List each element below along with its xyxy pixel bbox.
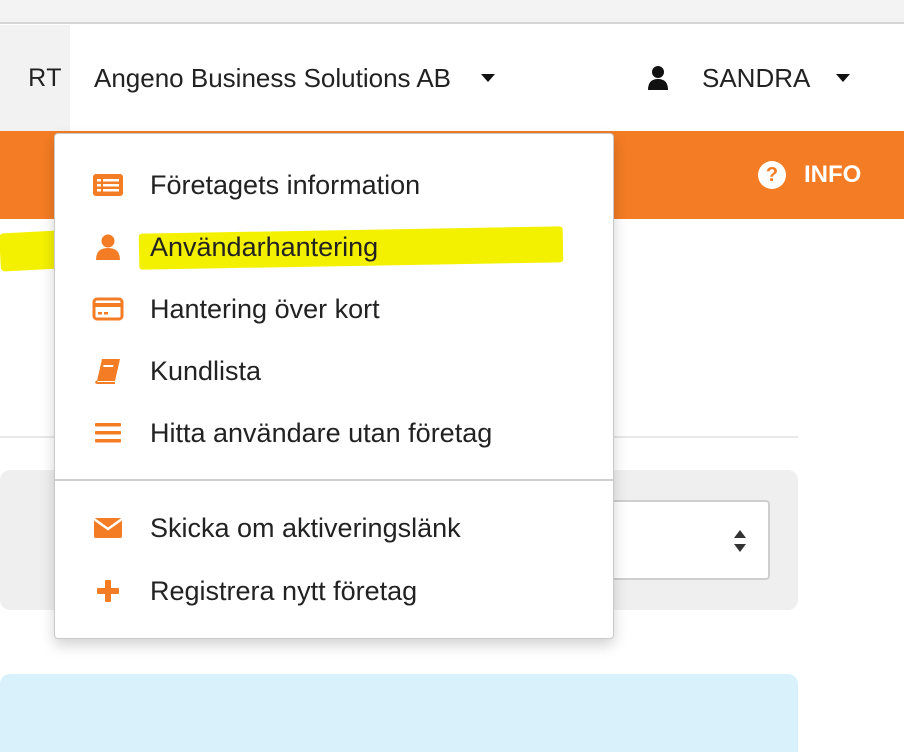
menu-item-label: Skicka om aktiveringslänk — [150, 512, 461, 543]
nav-item-truncated[interactable]: RT — [0, 25, 70, 131]
user-name-label: SANDRA — [702, 62, 811, 93]
company-dropdown-menu: Företagets information Användarhantering… — [54, 133, 614, 639]
list-card-icon — [91, 171, 125, 199]
bars-icon — [91, 419, 125, 447]
menu-item-customer-list[interactable]: Kundlista — [55, 340, 613, 402]
menu-item-label: Registrera nytt företag — [150, 575, 418, 606]
user-icon — [648, 66, 668, 90]
envelope-icon — [91, 514, 125, 542]
chevron-down-icon — [481, 74, 496, 82]
info-label: INFO — [804, 161, 862, 188]
menu-item-label: Företagets information — [150, 169, 421, 200]
book-icon — [91, 357, 125, 385]
company-label: Angeno Business Solutions AB — [94, 62, 452, 93]
top-strip — [0, 0, 904, 24]
credit-card-icon — [91, 295, 125, 323]
menu-item-resend-activation-link[interactable]: Skicka om aktiveringslänk — [55, 497, 613, 559]
highlight-marker — [0, 230, 61, 272]
menu-item-card-management[interactable]: Hantering över kort — [55, 278, 613, 340]
top-navbar: RT Angeno Business Solutions AB SANDRA — [0, 25, 904, 131]
question-circle-icon: ? — [758, 161, 786, 189]
menu-divider — [55, 479, 613, 481]
user-dropdown-toggle[interactable]: SANDRA — [648, 25, 851, 131]
chevron-down-icon — [836, 74, 851, 82]
menu-item-company-info[interactable]: Företagets information — [55, 154, 613, 216]
menu-item-label: Kundlista — [150, 355, 262, 386]
plus-icon — [91, 577, 125, 605]
menu-item-user-management[interactable]: Användarhantering — [55, 216, 613, 278]
filter-select[interactable] — [598, 500, 770, 580]
menu-item-register-new-company[interactable]: Registrera nytt företag — [55, 560, 613, 622]
company-dropdown-toggle[interactable]: Angeno Business Solutions AB — [94, 25, 496, 131]
info-link[interactable]: ? INFO — [758, 131, 861, 219]
nav-item-truncated-label: RT — [28, 63, 62, 92]
menu-item-label: Hantering över kort — [150, 293, 380, 324]
menu-item-find-users-without-company[interactable]: Hitta användare utan företag — [55, 402, 613, 464]
menu-item-label: Hitta användare utan företag — [150, 417, 493, 448]
info-panel — [0, 674, 798, 752]
sort-arrows-icon — [734, 530, 746, 552]
user-icon — [91, 233, 125, 261]
menu-item-label: Användarhantering — [150, 231, 379, 262]
